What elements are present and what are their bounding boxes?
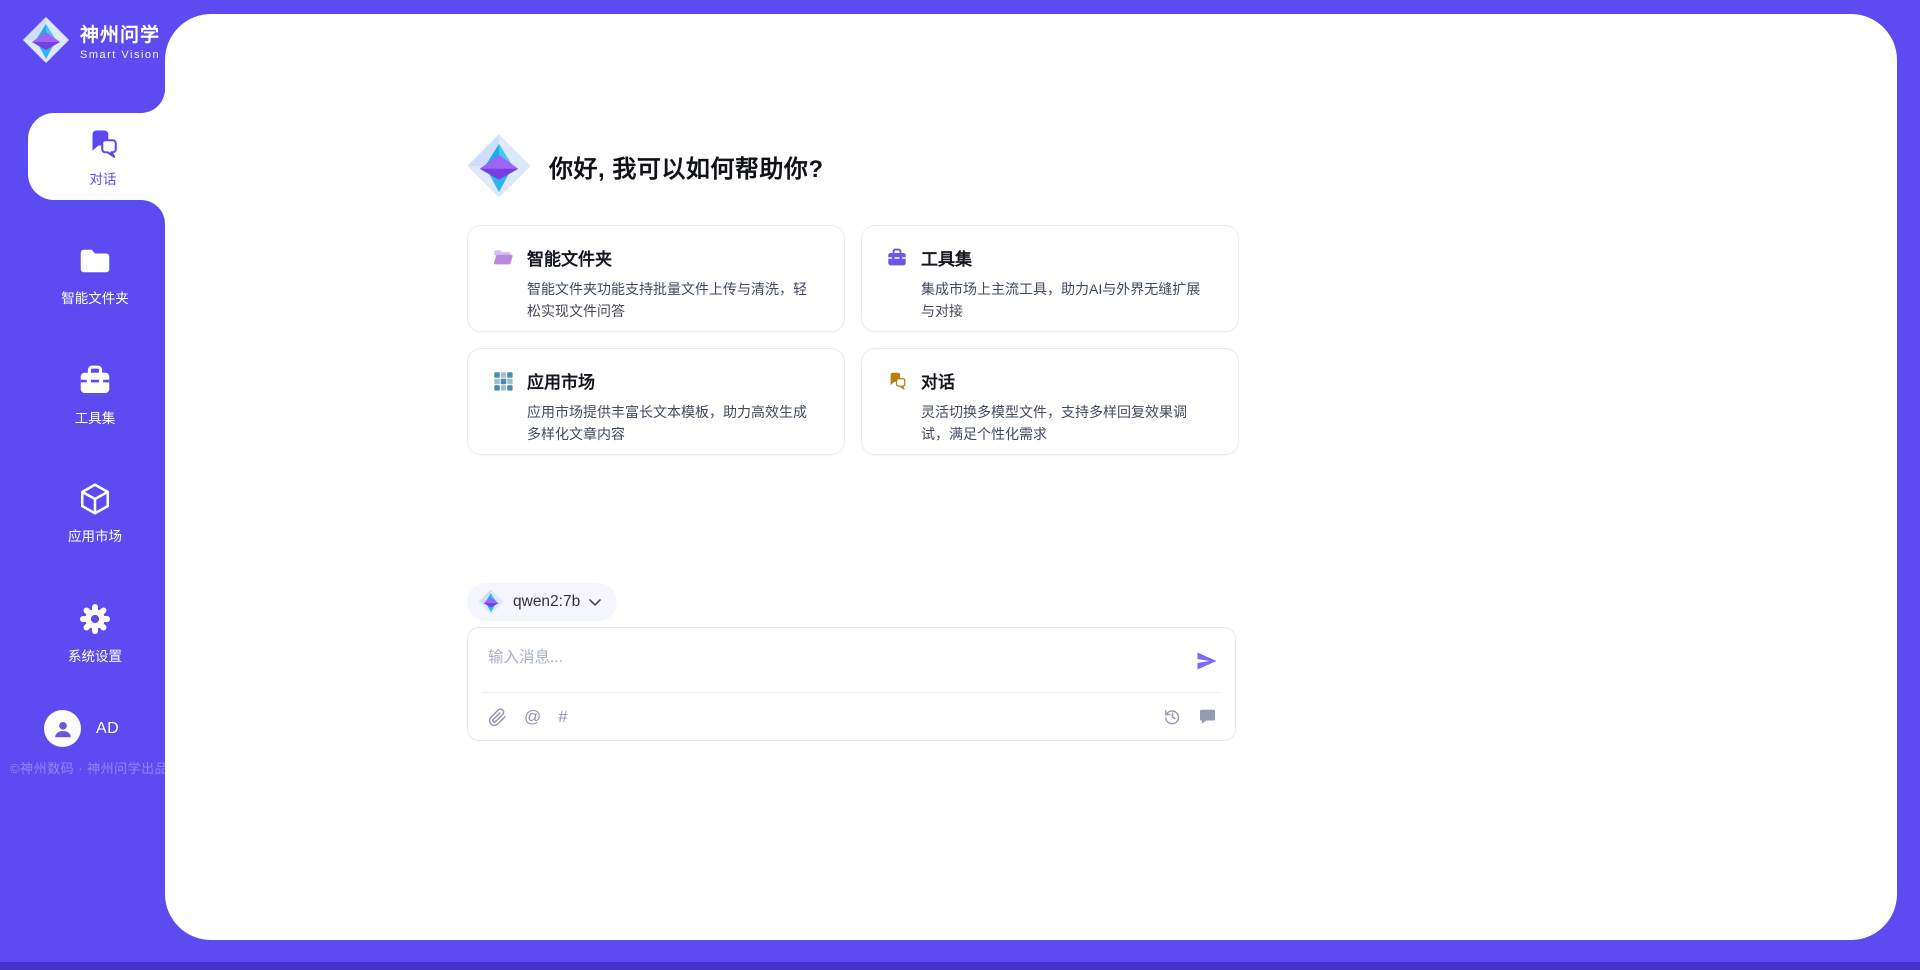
avatar [44, 710, 81, 747]
card-title: 对话 [921, 368, 955, 393]
history-button[interactable] [1163, 707, 1182, 726]
sidebar-item-smart-folder[interactable]: 智能文件夹 [20, 243, 170, 307]
tab-curve-bottom [141, 200, 165, 224]
sidebar-item-label: 智能文件夹 [61, 287, 129, 307]
card-title: 智能文件夹 [527, 245, 612, 270]
briefcase-icon [886, 247, 908, 269]
bottom-edge-strip [0, 962, 1920, 970]
briefcase-icon [77, 363, 113, 399]
sidebar-item-settings[interactable]: 系统设置 [20, 601, 170, 665]
new-chat-button[interactable] [1198, 707, 1217, 726]
user-account[interactable]: AD [44, 710, 119, 747]
brand: 神州问学 Smart Vision [22, 16, 160, 64]
sidebar-item-chat[interactable]: 对话 [28, 113, 178, 200]
message-icon [1198, 707, 1217, 726]
composer-tools-right [1163, 707, 1217, 726]
user-name: AD [96, 720, 119, 738]
brand-subtitle: Smart Vision [80, 49, 160, 61]
sidebar-item-label: 系统设置 [68, 645, 122, 665]
model-logo-icon [478, 589, 504, 615]
card-header: 工具集 [886, 245, 1214, 270]
card-description: 应用市场提供丰富长文本模板，助力高效生成多样化文章内容 [527, 401, 820, 446]
brand-text: 神州问学 Smart Vision [80, 20, 160, 61]
card-description: 智能文件夹功能支持批量文件上传与清洗，轻松实现文件问答 [527, 278, 820, 323]
brand-logo-icon [22, 16, 70, 64]
card-app-market[interactable]: 应用市场 应用市场提供丰富长文本模板，助力高效生成多样化文章内容 [467, 348, 845, 455]
card-title: 应用市场 [527, 368, 595, 393]
person-icon [52, 718, 74, 740]
greeting-text: 你好, 我可以如何帮助你? [549, 149, 824, 184]
chat-icon [85, 126, 121, 162]
composer-divider [482, 692, 1221, 693]
greeting: 你好, 我可以如何帮助你? [466, 133, 824, 199]
folder-icon [77, 243, 113, 279]
card-header: 应用市场 [492, 368, 820, 393]
brand-name: 神州问学 [80, 20, 160, 47]
sidebar-item-toolset[interactable]: 工具集 [20, 363, 170, 427]
model-name: qwen2:7b [513, 593, 580, 611]
gear-icon [77, 601, 113, 637]
sidebar-footer: ©神州数码 · 神州问学出品 [10, 758, 175, 777]
card-description: 集成市场上主流工具，助力AI与外界无缝扩展与对接 [921, 278, 1214, 323]
grid-icon [492, 370, 514, 392]
mention-button[interactable]: @ [524, 707, 541, 727]
attach-file-button[interactable] [488, 708, 507, 727]
card-smart-folder[interactable]: 智能文件夹 智能文件夹功能支持批量文件上传与清洗，轻松实现文件问答 [467, 225, 845, 332]
chat-icon [886, 370, 908, 392]
topic-button[interactable]: # [558, 707, 567, 727]
hash-icon: # [558, 707, 567, 727]
main-panel [165, 14, 1897, 940]
card-header: 智能文件夹 [492, 245, 820, 270]
model-selector[interactable]: qwen2:7b [467, 583, 617, 621]
sidebar-item-app-market[interactable]: 应用市场 [20, 481, 170, 545]
card-chat[interactable]: 对话 灵活切换多模型文件，支持多样回复效果调试，满足个性化需求 [861, 348, 1239, 455]
at-icon: @ [524, 707, 541, 727]
chevron-down-icon [589, 599, 601, 606]
composer-tools-left: @ # [488, 707, 568, 727]
cube-icon [77, 481, 113, 517]
history-icon [1163, 707, 1182, 726]
tab-curve-top [141, 89, 165, 113]
assistant-logo-icon [466, 133, 532, 199]
paperclip-icon [488, 708, 507, 727]
send-icon [1195, 649, 1219, 673]
folder-open-icon [492, 247, 514, 269]
sidebar-item-label: 对话 [90, 168, 117, 188]
card-header: 对话 [886, 368, 1214, 393]
send-button[interactable] [1195, 649, 1219, 673]
card-toolset[interactable]: 工具集 集成市场上主流工具，助力AI与外界无缝扩展与对接 [861, 225, 1239, 332]
message-composer: @ # [467, 627, 1236, 741]
app-window: 神州问学 Smart Vision 对话 智能文件夹 工具集 [0, 0, 1920, 970]
card-description: 灵活切换多模型文件，支持多样回复效果调试，满足个性化需求 [921, 401, 1214, 446]
sidebar-item-label: 应用市场 [68, 525, 122, 545]
message-input[interactable] [488, 639, 1158, 677]
sidebar-item-label: 工具集 [75, 407, 116, 427]
card-title: 工具集 [921, 245, 972, 270]
